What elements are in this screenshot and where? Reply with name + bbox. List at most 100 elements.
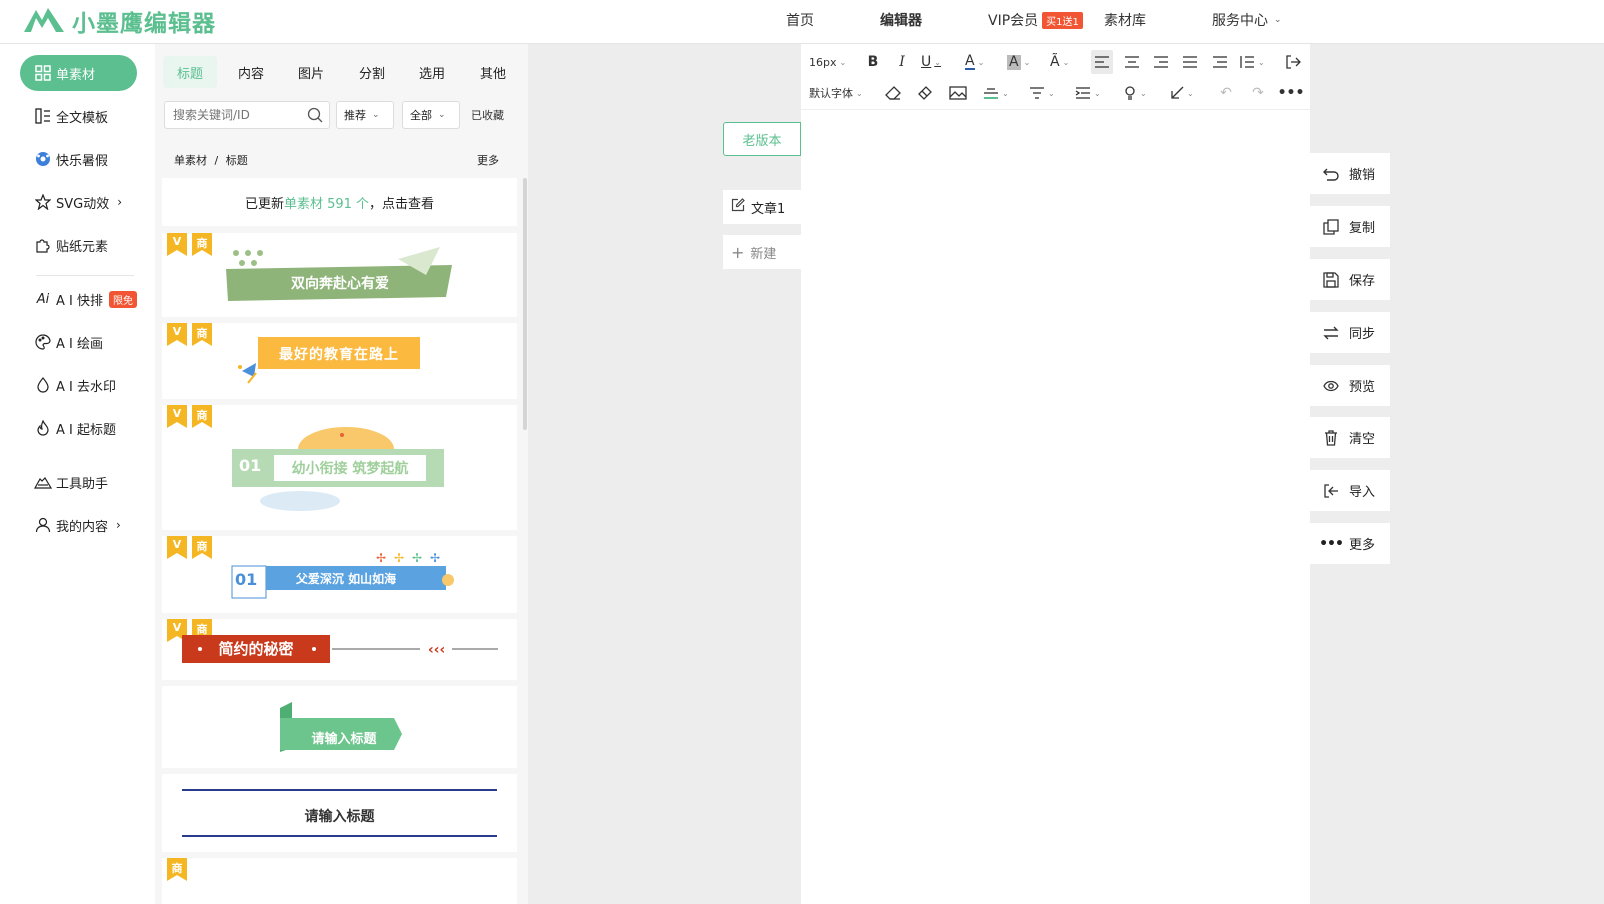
edit-icon [731, 198, 745, 216]
material-card[interactable]: 商 [162, 858, 517, 904]
vip-flag-icon: V [167, 323, 187, 346]
nav-item-ai-watermark[interactable]: A I 去水印 [20, 367, 137, 403]
article-tab[interactable]: 文章1 [723, 190, 801, 224]
eye-icon [1323, 380, 1339, 392]
text-effect-icon[interactable]: Ã ⌄ [1050, 50, 1069, 74]
editor-canvas[interactable] [801, 110, 1310, 904]
nav-library[interactable]: 素材库 [1104, 0, 1146, 40]
align-justify-icon[interactable] [1179, 50, 1201, 74]
breadcrumb-current: 标题 [225, 154, 248, 167]
italic-icon[interactable]: I [892, 50, 912, 74]
sort-dropdown[interactable]: 推荐 ⌄ [336, 101, 394, 129]
panel-scrollbar[interactable] [523, 178, 527, 430]
material-card[interactable]: V 商 最好的教育在路上 [162, 323, 517, 399]
breadcrumb: 单素材 / 标题 [174, 152, 248, 168]
align-center-icon[interactable] [1121, 50, 1143, 74]
chevron-right-icon: › [117, 195, 123, 209]
tab-title[interactable]: 标题 [163, 56, 218, 88]
underline-icon[interactable]: U ⌄ [921, 50, 941, 74]
image-icon[interactable] [947, 81, 969, 105]
material-card[interactable]: V 商 双向奔赴心有爱 [162, 233, 517, 317]
nav-service[interactable]: 服务中心 ⌄ [1212, 0, 1282, 40]
nav-item-label: SVG动效 [56, 196, 110, 212]
clear-label: 清空 [1349, 432, 1376, 447]
nav-item-ai-layout[interactable]: Ai A I 快排 限免 [20, 281, 137, 317]
copy-button[interactable]: 复制 [1310, 206, 1390, 247]
more-icon[interactable]: ••• [1278, 81, 1305, 105]
range-dropdown[interactable]: 全部 ⌄ [402, 101, 460, 129]
material-card[interactable]: V 商 ‹‹‹ 简约的秘密 [162, 619, 517, 680]
material-card[interactable]: V 商 01 幼小衔接 筑梦起航 [162, 405, 517, 530]
align-right-icon[interactable] [1150, 50, 1172, 74]
nav-item-ai-title[interactable]: A I 起标题 [20, 410, 137, 446]
nav-item-sticker[interactable]: 贴纸元素 [20, 227, 137, 263]
new-article-label: 新建 [750, 246, 777, 262]
more-actions-button[interactable]: ••• 更多 [1310, 523, 1390, 564]
divider-color-icon[interactable]: ⌄ [983, 81, 1009, 105]
ai-icon: Ai [36, 291, 50, 307]
nav-editor[interactable]: 编辑器 [880, 0, 922, 40]
tab-divider[interactable]: 分割 [345, 56, 399, 88]
export-icon[interactable] [1282, 50, 1304, 74]
material-card[interactable]: 请输入标题 [162, 774, 517, 852]
tab-image[interactable]: 图片 [284, 56, 338, 88]
font-size-select[interactable]: 16px ⌄ [809, 50, 846, 74]
vip-flag-icon: V [167, 405, 187, 428]
nav-item-single-material[interactable]: 单素材 [20, 55, 137, 91]
undo-icon [1323, 167, 1339, 181]
more-link[interactable]: 更多 [477, 152, 499, 168]
nav-item-template[interactable]: 全文模板 [20, 98, 137, 134]
save-button[interactable]: 保存 [1310, 259, 1390, 300]
font-color-icon[interactable]: A ⌄ [965, 50, 984, 74]
star-icon [34, 193, 52, 211]
paragraph-spacing-icon[interactable]: ⌄ [1029, 81, 1055, 105]
logo[interactable]: 小墨鹰编辑器 [22, 4, 216, 38]
redo-icon[interactable]: ↷ [1247, 81, 1269, 105]
commercial-flag-icon: 商 [192, 323, 212, 346]
nav-item-tools[interactable]: 工具助手 [20, 464, 137, 500]
indent-spacing-icon[interactable]: ⌄ [1075, 81, 1101, 105]
bold-icon[interactable]: B [863, 50, 883, 74]
nav-item-label: A I 绘画 [56, 336, 103, 352]
nav-item-svg[interactable]: SVG动效 › [20, 184, 137, 220]
new-article-button[interactable]: + 新建 [723, 235, 801, 269]
undo-icon[interactable]: ↶ [1215, 81, 1237, 105]
material-card[interactable]: 请输入标题 [162, 686, 517, 768]
preview-button[interactable]: 预览 [1310, 365, 1390, 406]
old-version-button[interactable]: 老版本 [723, 122, 801, 156]
sync-button[interactable]: 同步 [1310, 312, 1390, 353]
tab-content[interactable]: 内容 [224, 56, 278, 88]
clear-button[interactable]: 清空 [1310, 417, 1390, 458]
nav-vip[interactable]: VIP会员 买1送1 [988, 0, 1083, 40]
favorites-filter[interactable]: 已收藏 [471, 101, 504, 129]
line-height-icon[interactable]: ⌄ [1239, 50, 1265, 74]
indent-icon[interactable] [1209, 50, 1231, 74]
search-input[interactable] [173, 108, 293, 122]
material-card[interactable]: V 商 ✢ ✢ ✢ ✢ 01 父爱深沉 如山如海 [162, 536, 517, 613]
undo-button[interactable]: 撤销 [1310, 153, 1390, 194]
vip-flag-icon: V [167, 536, 187, 559]
update-notice[interactable]: 已更新 单素材 591 个 ，点击查看 [162, 178, 517, 226]
trash-icon [1323, 429, 1339, 446]
nav-item-summer[interactable]: 快乐暑假 [20, 141, 137, 177]
format-brush-icon[interactable] [914, 81, 936, 105]
template-icon [34, 107, 52, 125]
search-icon[interactable] [307, 107, 323, 126]
breadcrumb-root[interactable]: 单素材 [174, 154, 207, 167]
lightbulb-icon[interactable]: ⌄ [1123, 81, 1147, 105]
nav-home[interactable]: 首页 [786, 0, 814, 40]
nav-item-ai-paint[interactable]: A I 绘画 [20, 324, 137, 360]
tab-selected[interactable]: 选用 [405, 56, 459, 88]
editor-toolbar: 16px ⌄ B I U ⌄ A ⌄ A ⌄ Ã ⌄ ⌄ 默认字体 ⌄ ⌄ ⌄ … [801, 44, 1310, 110]
nav-item-my-content[interactable]: 我的内容 › [20, 507, 137, 543]
import-button[interactable]: 导入 [1310, 470, 1390, 511]
tab-other[interactable]: 其他 [466, 56, 520, 88]
save-label: 保存 [1349, 274, 1376, 289]
material-panel: 标题 内容 图片 分割 选用 其他 推荐 ⌄ 全部 ⌄ 已收藏 单素材 / 标题… [155, 44, 528, 904]
background-color-icon[interactable]: A ⌄ [1007, 50, 1030, 74]
font-family-select[interactable]: 默认字体 ⌄ [809, 81, 863, 105]
arrow-down-left-icon[interactable]: ⌄ [1170, 81, 1194, 105]
nav-item-label: 贴纸元素 [56, 239, 109, 255]
eraser-icon[interactable] [882, 81, 904, 105]
align-left-icon[interactable] [1091, 50, 1113, 74]
